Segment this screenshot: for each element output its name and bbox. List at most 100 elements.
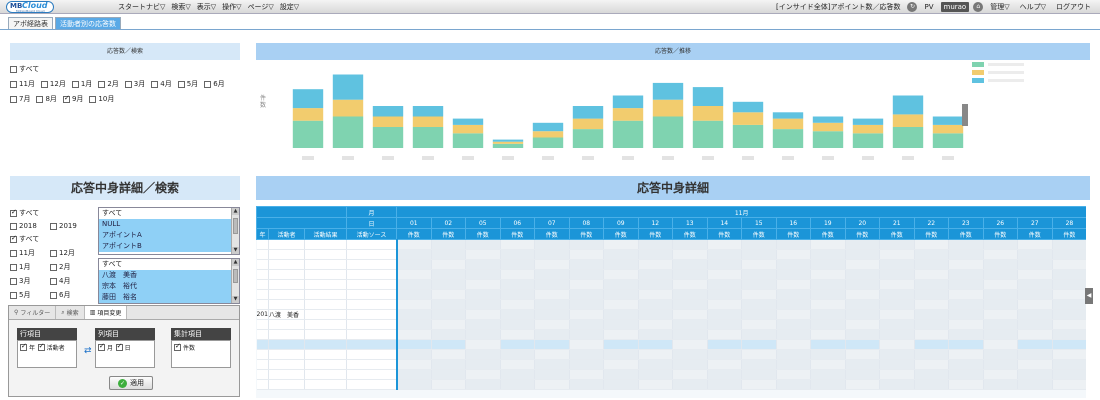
month-checkbox[interactable]: 3月	[10, 276, 44, 286]
chart-bar-segment[interactable]	[452, 124, 484, 134]
value-cell[interactable]	[983, 319, 1019, 330]
value-cell[interactable]	[465, 319, 501, 330]
value-cell[interactable]	[672, 349, 708, 360]
value-cell[interactable]	[465, 369, 501, 380]
month-checkbox[interactable]: 1月	[71, 79, 92, 89]
actor-list-item[interactable]: 藤田 裕名	[99, 292, 239, 303]
value-cell[interactable]	[948, 289, 984, 300]
chart-bar-segment[interactable]	[372, 106, 404, 117]
checkbox-box[interactable]	[151, 80, 159, 88]
chart-bar-segment[interactable]	[732, 124, 764, 148]
value-cell[interactable]	[1017, 339, 1053, 350]
value-cell[interactable]	[845, 299, 881, 310]
checkbox-box[interactable]	[98, 80, 106, 88]
value-cell[interactable]	[569, 349, 605, 360]
checkbox-box[interactable]	[10, 291, 17, 299]
value-cell[interactable]	[707, 279, 743, 290]
tab-item-change[interactable]: ▥ 項目変更	[84, 306, 128, 319]
value-cell[interactable]	[741, 319, 777, 330]
result-list-item[interactable]: すべて	[99, 208, 239, 219]
value-cell[interactable]	[396, 369, 432, 380]
value-cell[interactable]	[396, 349, 432, 360]
value-cell[interactable]	[914, 269, 950, 280]
value-cell[interactable]	[603, 239, 639, 250]
value-cell[interactable]	[879, 369, 915, 380]
value-cell[interactable]	[672, 259, 708, 270]
checkbox-box[interactable]	[20, 342, 27, 351]
value-cell[interactable]	[707, 239, 743, 250]
actor-list-scrollbar[interactable]: ▲ ▼	[231, 259, 239, 303]
checkbox-box[interactable]	[10, 95, 17, 103]
value-cell[interactable]	[638, 289, 674, 300]
value-cell[interactable]	[845, 329, 881, 340]
value-cell[interactable]	[1052, 269, 1086, 280]
value-cell[interactable]	[741, 269, 777, 280]
value-cell[interactable]	[776, 349, 812, 360]
value-cell[interactable]	[776, 339, 812, 350]
month-checkbox[interactable]: 7月	[10, 94, 30, 104]
value-cell[interactable]	[431, 289, 467, 300]
chart-bar-segment[interactable]	[412, 127, 444, 148]
checkbox-box[interactable]	[177, 80, 185, 88]
chart-bar-segment[interactable]	[772, 112, 804, 119]
value-cell[interactable]	[569, 369, 605, 380]
value-cell[interactable]	[638, 349, 674, 360]
value-cell[interactable]	[810, 309, 846, 320]
value-cell[interactable]	[810, 249, 846, 260]
result-list-item[interactable]: アポイントA	[99, 230, 239, 241]
value-cell[interactable]	[431, 309, 467, 320]
checkbox-box[interactable]	[10, 65, 17, 73]
month-checkbox[interactable]: 4月	[151, 79, 172, 89]
value-cell[interactable]	[672, 279, 708, 290]
value-cell[interactable]	[707, 289, 743, 300]
scroll-up-icon[interactable]: ▲	[232, 259, 239, 266]
value-cell[interactable]	[845, 339, 881, 350]
value-cell[interactable]	[810, 299, 846, 310]
chart-bar-segment[interactable]	[532, 137, 564, 149]
value-cell[interactable]	[741, 299, 777, 310]
value-cell[interactable]	[914, 299, 950, 310]
chart-bar-segment[interactable]	[812, 116, 844, 123]
value-cell[interactable]	[914, 249, 950, 260]
value-cell[interactable]	[776, 249, 812, 260]
year-checkbox[interactable]: 2018	[10, 222, 44, 230]
value-cell[interactable]	[707, 369, 743, 380]
value-cell[interactable]	[465, 279, 501, 290]
scroll-thumb[interactable]	[233, 218, 238, 234]
value-cell[interactable]	[396, 339, 432, 350]
value-cell[interactable]	[948, 259, 984, 270]
value-cell[interactable]	[983, 369, 1019, 380]
value-cell[interactable]	[1052, 289, 1086, 300]
value-cell[interactable]	[672, 369, 708, 380]
value-cell[interactable]	[534, 349, 570, 360]
checkbox-box[interactable]	[50, 277, 57, 285]
value-cell[interactable]	[914, 359, 950, 370]
value-cell[interactable]	[1052, 259, 1086, 270]
value-cell[interactable]	[707, 299, 743, 310]
value-cell[interactable]	[431, 299, 467, 310]
value-cell[interactable]	[534, 369, 570, 380]
value-cell[interactable]	[638, 259, 674, 270]
value-cell[interactable]	[396, 249, 432, 260]
value-cell[interactable]	[914, 339, 950, 350]
value-cell[interactable]	[879, 269, 915, 280]
chart-bar-segment[interactable]	[452, 133, 484, 148]
value-cell[interactable]	[431, 269, 467, 280]
value-cell[interactable]	[396, 359, 432, 370]
value-cell[interactable]	[638, 369, 674, 380]
value-cell[interactable]	[983, 359, 1019, 370]
chart-bar-segment[interactable]	[332, 74, 364, 100]
help-menu[interactable]: ヘルプ▽	[1017, 1, 1049, 13]
value-cell[interactable]	[879, 249, 915, 260]
chart-bar-segment[interactable]	[852, 133, 884, 148]
value-cell[interactable]	[465, 239, 501, 250]
value-cell[interactable]	[431, 279, 467, 290]
value-cell[interactable]	[1052, 339, 1086, 350]
value-cell[interactable]	[638, 299, 674, 310]
value-cell[interactable]	[1017, 269, 1053, 280]
chart-bar-segment[interactable]	[892, 114, 924, 127]
value-cell[interactable]	[1017, 299, 1053, 310]
value-cell[interactable]	[465, 309, 501, 320]
value-cell[interactable]	[1017, 349, 1053, 360]
value-cell[interactable]	[983, 339, 1019, 350]
